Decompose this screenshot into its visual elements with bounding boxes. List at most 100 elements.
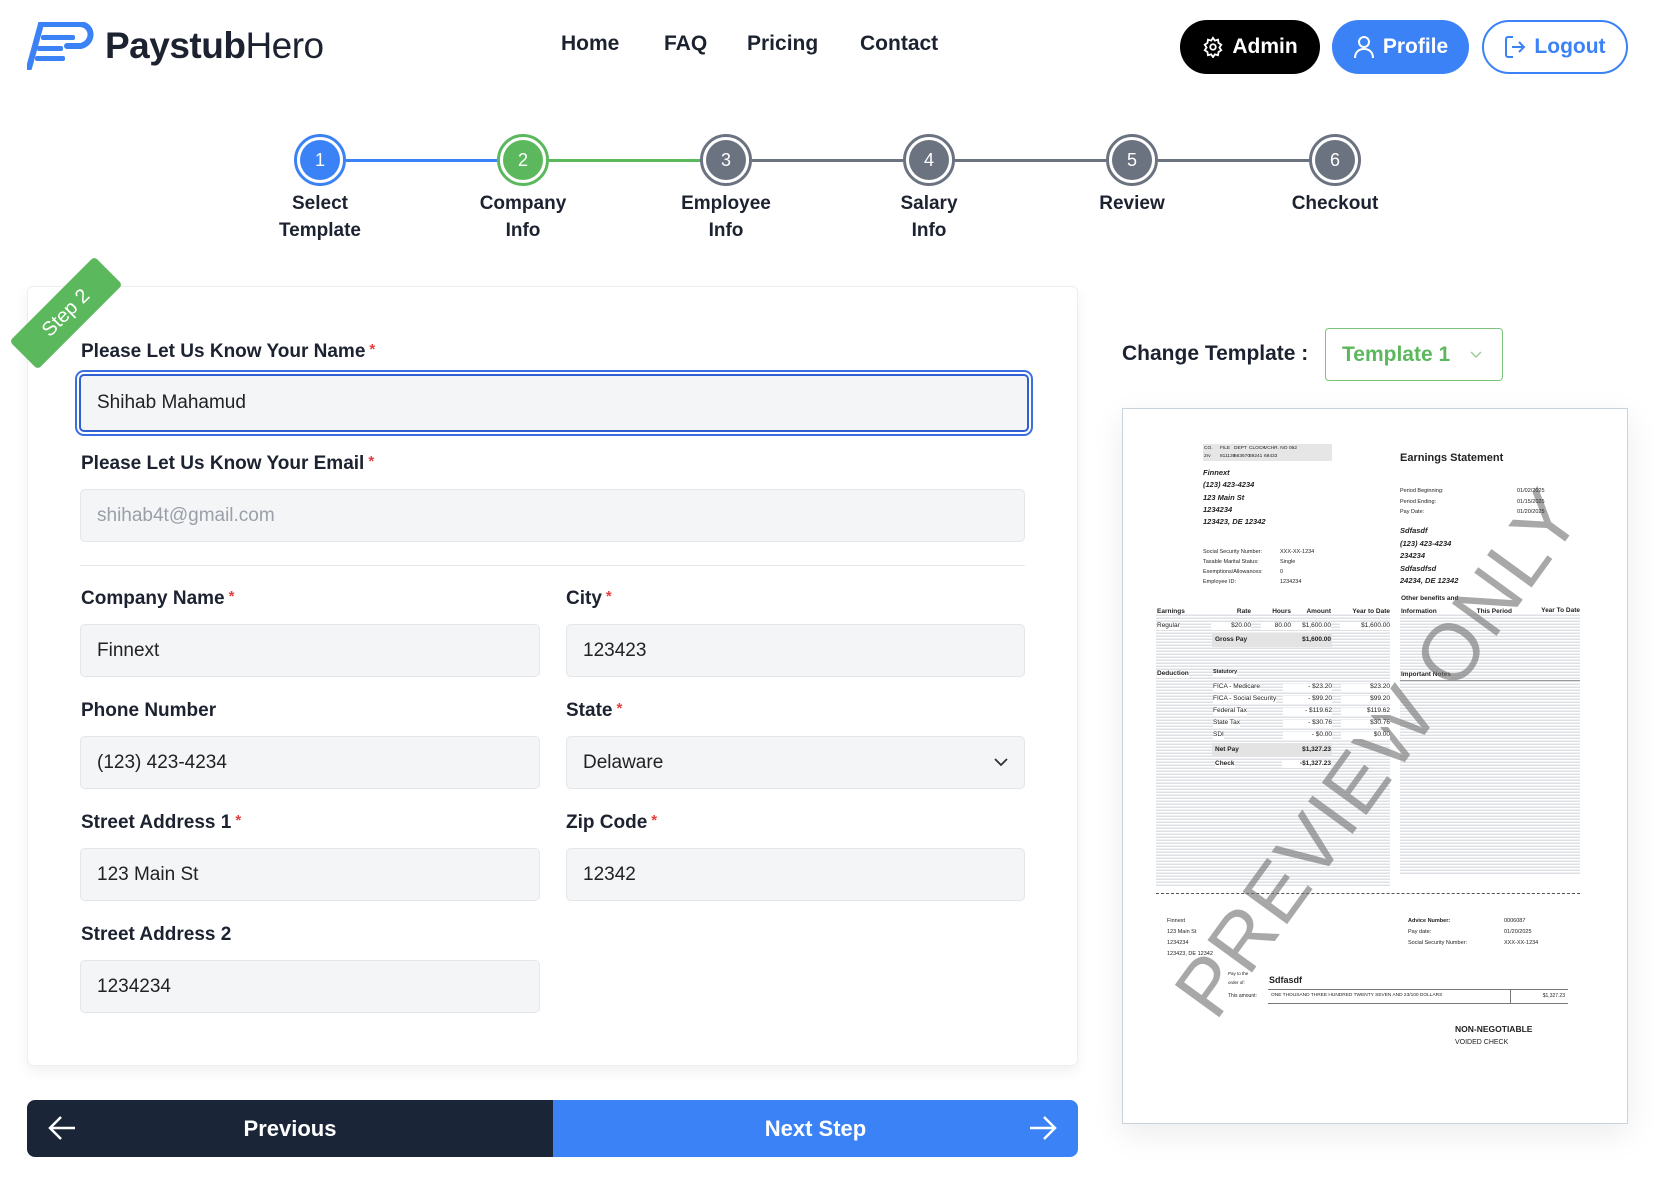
step-number: 1 [300,140,340,180]
state-value: Delaware [583,751,664,773]
step-6-circle[interactable]: 6 [1309,134,1361,186]
code-header: FILE [1220,446,1231,451]
street1-input[interactable]: 123 Main St [80,848,540,901]
deduction-ytd: $119.62 [1341,707,1390,715]
amount-divider [1510,989,1511,1003]
admin-button[interactable]: Admin [1180,20,1320,74]
step-1-circle[interactable]: 1 [294,134,346,186]
step-connector [752,159,903,162]
amount-header: Amount [1306,608,1331,615]
earning-ytd: $1,600.00 [1340,622,1390,630]
step-number: 2 [503,140,543,180]
user-icon [1353,36,1374,59]
nav-home[interactable]: Home [561,32,619,56]
earning-hours: 80.00 [1261,622,1291,630]
city-label: City * [566,588,612,609]
information-header: Information [1401,608,1437,615]
info-value: XXX-XX-1234 [1280,549,1315,555]
info-value: Single [1280,559,1296,565]
profile-label: Profile [1382,35,1449,58]
earning-amount: $1,600.00 [1291,622,1331,630]
step-1-label: Select Template [278,193,361,241]
step-5-circle[interactable]: 5 [1106,134,1158,186]
amount-rule [1268,1003,1568,1004]
employee-line: (123) 423-4234 [1400,538,1452,548]
company-line: 123423, DE 12342 [1203,517,1266,527]
net-pay-value: $1,327.23 [1302,746,1331,753]
period-key: Period Beginning: [1400,488,1444,494]
statement-title: Earnings Statement [1400,452,1504,464]
phone-label: Phone Number [81,700,217,721]
advice-value: 0006087 [1504,918,1526,924]
code-header: 062 [1289,446,1298,451]
nav-contact[interactable]: Contact [860,32,938,56]
next-step-button[interactable]: Next Step [553,1100,1078,1157]
chevron-down-icon [994,758,1008,767]
pay-to-label: Pay to the [1228,971,1249,976]
email-input[interactable]: shihab4t@gmail.com [80,489,1025,542]
profile-button[interactable]: Profile [1332,20,1469,74]
deduction-name: State Tax [1213,719,1240,727]
logout-icon [1505,36,1526,58]
stub-company-line: 123 Main St [1167,929,1197,935]
step-2-circle[interactable]: 2 [497,134,549,186]
step-connector [955,159,1106,162]
state-select[interactable]: Delaware [566,736,1025,789]
step-connector [549,159,700,162]
info-key: Exemptions/Allowances: [1203,569,1263,575]
benefits-header: Other benefits and [1401,595,1459,602]
amount-label: This amount: [1228,993,1257,999]
zip-label: Zip Code * [566,812,658,833]
logo[interactable]: PaystubHero [27,22,324,70]
deduction-ytd: $99.20 [1341,695,1390,703]
deduction-amount: - $99.20 [1283,695,1332,703]
stub-company-line: 123423, DE 12342 [1167,951,1213,957]
deduction-amount: - $0.00 [1283,731,1332,739]
deduction-ytd: $23.20 [1341,683,1390,691]
step-number: 4 [909,140,949,180]
step-connector [346,159,497,162]
name-label: Please Let Us Know Your Name * [81,341,376,362]
gross-pay-value: $1,600.00 [1302,636,1331,643]
rate-header: Rate [1236,608,1251,615]
nav-faq[interactable]: FAQ [664,32,707,56]
check-value: -$1,327.23 [1282,760,1331,768]
zip-input[interactable]: 12342 [566,848,1025,901]
earning-rate: $20.00 [1211,622,1251,630]
notes-rule [1400,680,1580,681]
nav-pricing[interactable]: Pricing [747,32,818,56]
step-number: 3 [706,140,746,180]
logout-button[interactable]: Logout [1482,20,1628,74]
company-name-label: Company Name * [81,588,235,609]
employee-line: 234234 [1400,551,1426,560]
previous-button[interactable]: Previous [27,1100,553,1157]
important-notes: Important Notes [1401,671,1451,679]
template-value: Template 1 [1342,342,1451,366]
deduction-ytd: $0.00 [1341,731,1390,739]
payee-rule [1268,989,1568,990]
step-3-label: Employee Info [681,193,771,241]
phone-input[interactable]: (123) 423-4234 [80,736,540,789]
deduction-ytd: $30.76 [1341,719,1390,727]
step-connector [1158,159,1309,162]
deduction-amount: - $23.20 [1283,683,1332,691]
step-number: 5 [1112,140,1152,180]
street2-input[interactable]: 1234234 [80,960,540,1013]
advice-value: 01/20/2025 [1504,929,1532,935]
template-select[interactable]: Template 1 [1325,328,1503,381]
deduction-name: FICA - Social Security [1213,695,1277,703]
info-key: Taxable Marital Status: [1203,559,1259,565]
step-4-label: Salary Info [900,193,958,241]
period-value: 01/20/2025 [1517,509,1545,515]
paystub-preview: Earnings Statement Earnings Rate Hours A… [1122,408,1628,1124]
step-4-circle[interactable]: 4 [903,134,955,186]
city-input[interactable]: 123423 [566,624,1025,677]
name-input[interactable]: Shihab Mahamud [79,374,1029,432]
deduction-name: SDI [1213,731,1224,739]
step-3-circle[interactable]: 3 [700,134,752,186]
gross-pay-label: Gross Pay [1215,636,1248,643]
employee-line: 24234, DE 12342 [1400,576,1459,585]
voided-check: VOIDED CHECK [1455,1039,1509,1046]
company-name-input[interactable]: Finnext [80,624,540,677]
deduction-amount: - $30.76 [1283,719,1332,727]
